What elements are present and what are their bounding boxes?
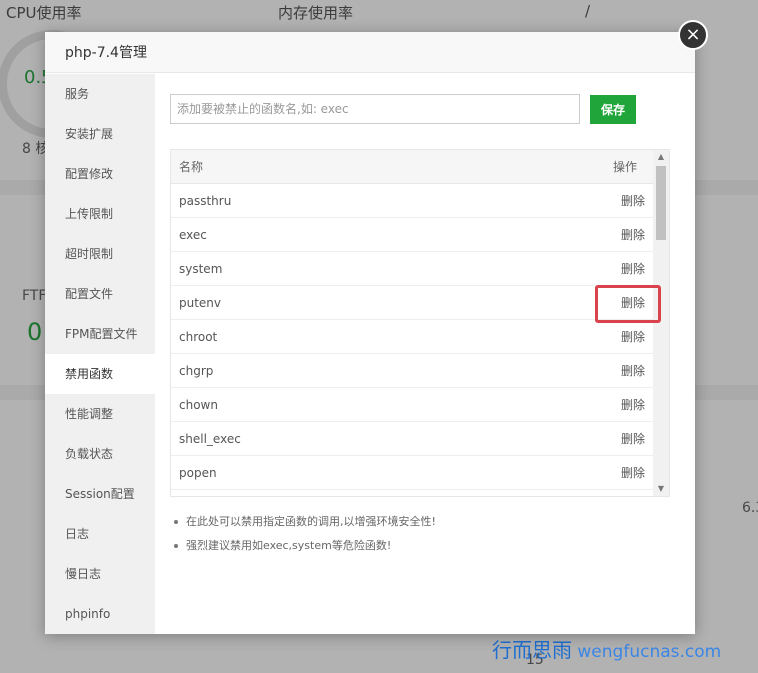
delete-link[interactable]: 删除 [585,396,653,413]
delete-link[interactable]: 删除 [585,260,653,277]
sidebar-item[interactable]: 超时限制 [45,234,155,274]
table-row: system 删除 [171,252,653,286]
help-note-text: 在此处可以禁用指定函数的调用,以增强环境安全性! [186,515,436,528]
delete-link[interactable]: 删除 [585,464,653,481]
help-note-text: 强烈建议禁用如exec,system等危险函数! [186,539,392,552]
help-note: 强烈建议禁用如exec,system等危险函数! [170,534,436,558]
function-name: chroot [179,329,218,344]
function-name: chgrp [179,363,214,378]
sidebar-item[interactable]: FPM配置文件 [45,314,155,354]
php-manager-dialog: php-7.4管理 服务 安装扩展 配置修改 上传限制 超时限制 配置文件 FPM配置文件禁… [45,32,695,634]
dialog-sidebar: 服务 安装扩展 配置修改 上传限制 超时限制 配置文件 FPM配置文件 禁用函数 性能调整 负载状… [45,74,155,634]
bullet-icon [174,544,178,548]
table-row: chgrp 删除 [171,354,653,388]
watermark: 行而思雨 wengfucnas.com [492,634,721,663]
sidebar-item[interactable]: 安装扩展 [45,114,155,154]
sidebar-item[interactable]: phpinfo [45,594,155,634]
delete-link[interactable]: 删除 [585,328,653,345]
table-row: exec 删除 [171,218,653,252]
sidebar-item[interactable]: Session配置 [45,474,155,514]
column-action-header: 操作 [612,160,637,174]
table-scrollbar[interactable]: ▲ ▼ [653,150,669,496]
sidebar-item[interactable]: 服务 [45,74,155,114]
function-name: passthru [179,193,232,208]
scroll-down-arrow-icon[interactable]: ▼ [653,482,669,496]
delete-highlight-annotation [595,285,661,323]
help-notes: 在此处可以禁用指定函数的调用,以增强环境安全性! 强烈建议禁用如exec,syst… [170,510,436,558]
function-name-input[interactable] [170,94,580,124]
table-row: popen 删除 [171,456,653,490]
dialog-title: php-7.4管理 [65,45,147,61]
watermark-en: wengfucnas.com [572,642,722,662]
sidebar-item[interactable]: 性能调整 [45,394,155,434]
table-row: chroot 删除 [171,320,653,354]
scroll-up-arrow-icon[interactable]: ▲ [653,150,669,164]
close-icon[interactable]: × [678,20,708,50]
table-header: 名称 操作 [171,150,653,184]
help-note: 在此处可以禁用指定函数的调用,以增强环境安全性! [170,510,436,534]
sidebar-item[interactable]: 配置修改 [45,154,155,194]
watermark-cn: 行而思雨 [492,638,572,662]
function-name: system [179,261,223,276]
table-row: putenv 删除 [171,286,653,320]
table-row: chown 删除 [171,388,653,422]
disabled-functions-panel: 保存 名称 操作 passthru删除exec删除system删除putenv删… [170,74,695,634]
sidebar-item[interactable]: 慢日志 [45,554,155,594]
bullet-icon [174,520,178,524]
scroll-thumb[interactable] [656,166,666,240]
function-name: popen [179,465,217,480]
sidebar-item[interactable]: 上传限制 [45,194,155,234]
save-button[interactable]: 保存 [590,95,636,124]
dialog-header: php-7.4管理 [45,32,695,73]
delete-link[interactable]: 删除 [585,430,653,447]
delete-link[interactable]: 删除 [585,362,653,379]
delete-link[interactable]: 删除 [585,192,653,209]
function-name: chown [179,397,218,412]
table-row: shell_exec 删除 [171,422,653,456]
sidebar-item[interactable]: 日志 [45,514,155,554]
function-name: shell_exec [179,431,241,446]
column-name-header: 名称 [179,160,204,174]
sidebar-item[interactable]: 配置文件 [45,274,155,314]
sidebar-item[interactable]: 禁用函数 [45,354,155,394]
function-name: putenv [179,295,222,310]
function-name: exec [179,227,207,242]
delete-link[interactable]: 删除 [585,226,653,243]
disabled-functions-table: 名称 操作 passthru 删除 exec 删除 system 删除 putenv 删除 ch… [170,149,670,497]
sidebar-item[interactable]: 负载状态 [45,434,155,474]
table-body: passthru 删除 exec 删除 system 删除 putenv 删除 chroot 删除… [171,184,669,490]
table-row: passthru 删除 [171,184,653,218]
